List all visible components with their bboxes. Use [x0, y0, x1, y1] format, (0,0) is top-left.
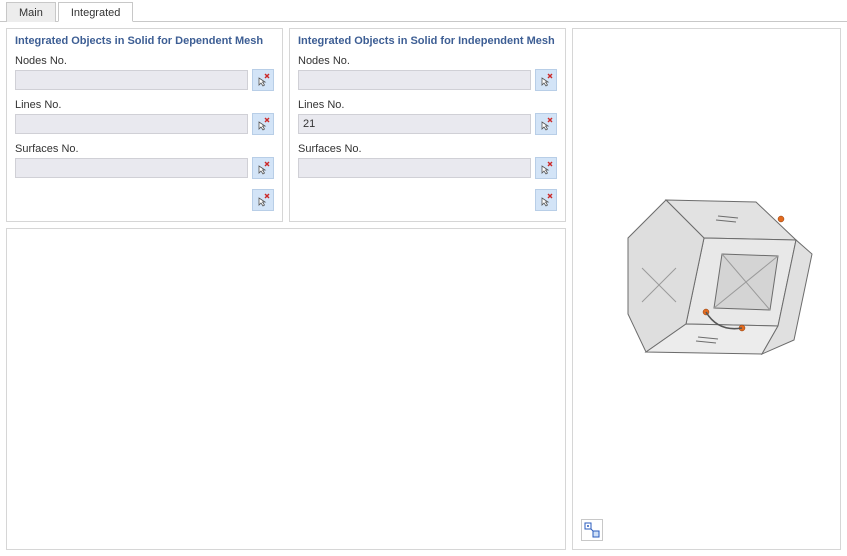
indep-surfaces-label: Surfaces No. — [298, 143, 557, 155]
pick-cursor-icon — [256, 117, 270, 131]
preview-view-toggle-button[interactable] — [581, 519, 603, 541]
indep-surfaces-pick-button[interactable] — [535, 157, 557, 179]
dep-nodes-pick-button[interactable] — [252, 69, 274, 91]
indep-lines-input[interactable] — [298, 114, 531, 134]
rubber-band-view-icon — [584, 522, 600, 538]
preview-pane — [572, 28, 841, 550]
pick-cursor-icon — [256, 73, 270, 87]
pick-cursor-icon — [539, 73, 553, 87]
tab-bar: Main Integrated — [0, 0, 847, 22]
indep-nodes-label: Nodes No. — [298, 55, 557, 67]
dep-lines-pick-button[interactable] — [252, 113, 274, 135]
dep-surfaces-pick-button[interactable] — [252, 157, 274, 179]
clear-pick-icon — [256, 193, 270, 207]
dep-surfaces-input[interactable] — [15, 158, 248, 178]
dep-nodes-input[interactable] — [15, 70, 248, 90]
indep-nodes-pick-button[interactable] — [535, 69, 557, 91]
dep-lines-input[interactable] — [15, 114, 248, 134]
dep-surfaces-label: Surfaces No. — [15, 143, 274, 155]
tab-integrated[interactable]: Integrated — [58, 2, 134, 22]
indep-lines-pick-button[interactable] — [535, 113, 557, 135]
tab-main[interactable]: Main — [6, 2, 56, 22]
pick-cursor-icon — [539, 117, 553, 131]
left-column: Integrated Objects in Solid for Dependen… — [6, 28, 566, 550]
dep-nodes-label: Nodes No. — [15, 55, 274, 67]
panels-row: Integrated Objects in Solid for Dependen… — [6, 28, 566, 222]
panel-dependent-title: Integrated Objects in Solid for Dependen… — [15, 35, 274, 47]
workarea: Integrated Objects in Solid for Dependen… — [0, 22, 847, 556]
dep-lines-label: Lines No. — [15, 99, 274, 111]
pick-cursor-icon — [256, 161, 270, 175]
pick-cursor-icon — [539, 161, 553, 175]
indep-lines-label: Lines No. — [298, 99, 557, 111]
indep-nodes-input[interactable] — [298, 70, 531, 90]
panel-dependent: Integrated Objects in Solid for Dependen… — [6, 28, 283, 222]
clear-pick-icon — [539, 193, 553, 207]
solid-preview-graphic — [598, 124, 818, 384]
indep-clear-button[interactable] — [535, 189, 557, 211]
panel-independent-title: Integrated Objects in Solid for Independ… — [298, 35, 557, 47]
indep-surfaces-input[interactable] — [298, 158, 531, 178]
empty-panel — [6, 228, 566, 550]
panel-independent: Integrated Objects in Solid for Independ… — [289, 28, 566, 222]
dep-clear-button[interactable] — [252, 189, 274, 211]
